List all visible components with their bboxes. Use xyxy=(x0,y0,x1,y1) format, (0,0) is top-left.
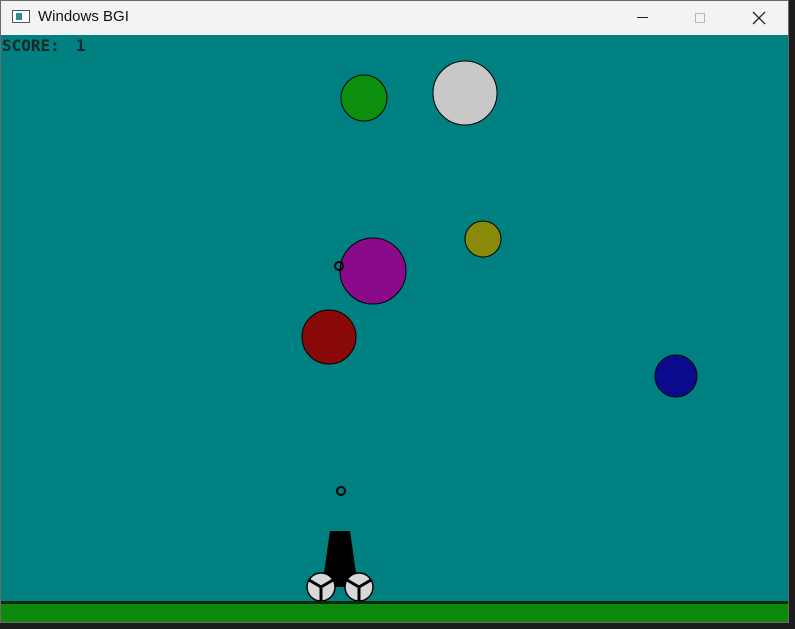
ground xyxy=(1,604,788,622)
window-title: Windows BGI xyxy=(38,8,129,25)
minimize-icon xyxy=(636,17,648,18)
app-window-icon[interactable] xyxy=(12,10,30,23)
balloon-magenta[interactable] xyxy=(339,237,407,305)
game-window: Windows BGI SCORE: 1 xyxy=(0,0,789,623)
sky-background xyxy=(1,35,788,622)
score-value: 1 xyxy=(76,36,86,55)
close-button[interactable] xyxy=(730,1,788,34)
maximize-button[interactable] xyxy=(671,1,729,34)
title-bar[interactable]: Windows BGI xyxy=(1,1,788,35)
balloon-light-gray[interactable] xyxy=(432,60,498,126)
balloon-green[interactable] xyxy=(340,74,388,122)
score-label: SCORE: xyxy=(2,36,60,55)
balloon-dark-blue[interactable] xyxy=(654,354,698,398)
game-canvas[interactable]: SCORE: 1 xyxy=(1,35,788,622)
maximize-icon xyxy=(695,12,705,23)
minimize-button[interactable] xyxy=(613,1,671,34)
cannon-wheel-right xyxy=(344,572,374,602)
close-icon xyxy=(752,11,766,24)
balloon-olive[interactable] xyxy=(464,220,502,258)
balloon-dark-red[interactable] xyxy=(301,309,357,365)
cannon-wheel-left xyxy=(306,572,336,602)
ground-edge xyxy=(1,601,788,604)
